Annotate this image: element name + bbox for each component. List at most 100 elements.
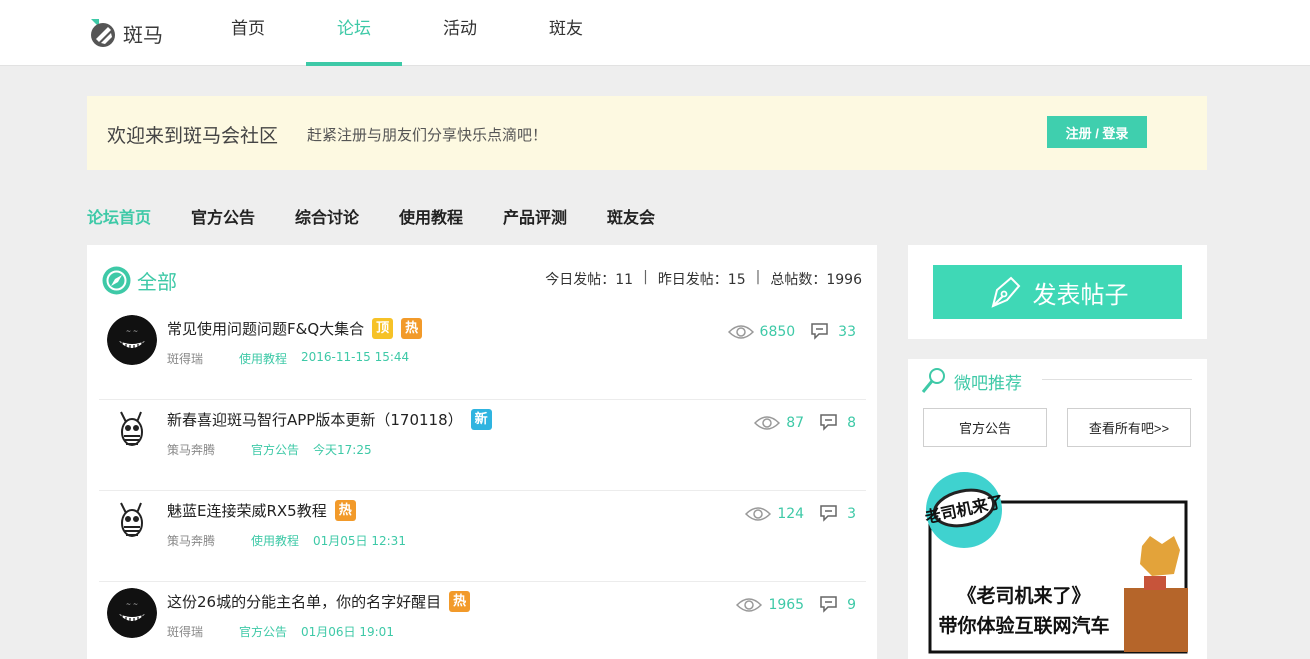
reply-count: 33 [838, 323, 856, 340]
view-count: 124 [777, 505, 805, 522]
post-counts: 6850 33 [727, 323, 856, 340]
post-title[interactable]: 常见使用问题问题F&Q大集合 [167, 318, 364, 339]
publish-panel: 发表帖子 [908, 245, 1207, 339]
svg-text:~ ~: ~ ~ [126, 601, 138, 608]
post-author[interactable]: 策马奔腾 [167, 532, 251, 549]
comment-icon [811, 323, 828, 340]
post-category[interactable]: 官方公告 [239, 623, 287, 640]
reply-count: 9 [847, 596, 856, 613]
microphone-icon [921, 368, 945, 393]
weiba-panel: 微吧推荐 官方公告 查看所有吧>> 老司机来了 《老司机来了》 带你体验互联网汽… [908, 359, 1207, 659]
post-category[interactable]: 使用教程 [239, 350, 287, 367]
post-meta: 斑得瑞 使用教程 2016-11-15 15:44 [167, 350, 409, 367]
tag-hot-badge: 热 [401, 318, 423, 339]
tag-top-badge: 顶 [372, 318, 394, 339]
nav-home[interactable]: 首页 [228, 0, 268, 66]
banner-title: 欢迎来到斑马会社区 [107, 125, 279, 147]
post-meta: 策马奔腾 使用教程 01月05日 12:31 [167, 532, 406, 549]
zebra-logo-icon [91, 19, 115, 47]
promo-line-1: 《老司机来了》 [957, 584, 1090, 607]
stat-total: 总帖数：1996 [770, 272, 862, 288]
post-date: 今天17:25 [313, 443, 372, 457]
post-list-panel: 全部 今日发帖：11 | 昨日发帖：15 | 总帖数：1996 ~ ~ 常见使用… [87, 245, 877, 659]
subnav-tutorials[interactable]: 使用教程 [399, 204, 463, 228]
top-navbar: 斑马 首页 论坛 活动 斑友 [0, 0, 1310, 66]
publish-post-label: 发表帖子 [1032, 281, 1129, 309]
nav-friends[interactable]: 斑友 [546, 0, 586, 66]
view-all-weiba-button[interactable]: 查看所有吧>> [1067, 408, 1191, 447]
avatar-image: ~ ~ [107, 588, 157, 638]
post-row[interactable]: 魅蓝E连接荣威RX5教程 热 策马奔腾 使用教程 01月05日 12:31 12… [99, 491, 866, 582]
view-count: 6850 [759, 323, 796, 340]
post-title[interactable]: 魅蓝E连接荣威RX5教程 [167, 500, 327, 521]
promo-line-2: 带你体验互联网汽车 [938, 614, 1109, 637]
view-count: 1965 [768, 596, 805, 613]
weiba-header: 微吧推荐 [920, 367, 1022, 395]
banner-subtitle: 赶紧注册与朋友们分享快乐点滴吧！ [307, 126, 548, 144]
welcome-banner: 欢迎来到斑马会社区 赶紧注册与朋友们分享快乐点滴吧！ 注册 / 登录 [87, 96, 1207, 170]
comment-icon [820, 505, 837, 522]
stat-separator: | [643, 269, 648, 285]
feed-title: 全部 [137, 270, 177, 294]
avatar-image: ~ ~ [107, 315, 157, 365]
post-counts: 87 8 [754, 414, 856, 431]
stat-separator: | [755, 269, 761, 285]
post-meta: 策马奔腾 官方公告 今天17:25 [167, 441, 372, 458]
publish-post-button[interactable]: 发表帖子 [933, 265, 1182, 319]
header-divider [1042, 379, 1192, 380]
svg-text:~ ~: ~ ~ [126, 328, 138, 335]
post-title[interactable]: 这份26城的分能主名单，你的名字好醒目 [167, 591, 441, 612]
post-date: 2016-11-15 15:44 [301, 350, 410, 364]
stat-yesterday: 昨日发帖：15 [657, 272, 746, 288]
weiba-title: 微吧推荐 [954, 373, 1022, 394]
eye-icon [736, 597, 763, 612]
reply-count: 3 [847, 505, 856, 522]
subnav-discussion[interactable]: 综合讨论 [295, 204, 359, 228]
tag-new-badge: 新 [470, 409, 492, 430]
subnav-forum-home[interactable]: 论坛首页 [87, 204, 151, 228]
stat-today: 今日发帖：11 [545, 272, 634, 288]
post-row[interactable]: 新春喜迎斑马智行APP版本更新（170118） 新 策马奔腾 官方公告 今天17… [99, 400, 866, 491]
nav-activities[interactable]: 活动 [440, 0, 480, 66]
reply-count: 8 [847, 414, 856, 431]
post-category[interactable]: 使用教程 [251, 532, 299, 549]
view-count: 87 [786, 414, 805, 431]
post-title-row: 这份26城的分能主名单，你的名字好醒目 热 [167, 591, 471, 612]
post-category[interactable]: 官方公告 [251, 441, 299, 458]
post-row[interactable]: ~ ~ 常见使用问题问题F&Q大集合 顶 热 斑得瑞 使用教程 2016-11-… [99, 309, 866, 400]
comment-icon [820, 596, 837, 613]
logo[interactable]: 斑马 [89, 16, 163, 50]
eye-icon [754, 415, 781, 430]
post-counts: 1965 9 [736, 596, 856, 613]
post-meta: 斑得瑞 官方公告 01月06日 19:01 [167, 623, 394, 640]
compass-icon [102, 266, 131, 295]
register-login-button[interactable]: 注册 / 登录 [1047, 116, 1147, 148]
pen-icon [991, 276, 1020, 308]
avatar-image [107, 497, 157, 547]
nav-forum[interactable]: 论坛 [306, 0, 402, 66]
subnav-announcements[interactable]: 官方公告 [191, 204, 255, 228]
post-stats: 今日发帖：11 | 昨日发帖：15 | 总帖数：1996 [545, 269, 862, 289]
subnav-reviews[interactable]: 产品评测 [503, 204, 567, 228]
zebra-avatar[interactable] [107, 497, 157, 547]
promo-banner[interactable]: 老司机来了 《老司机来了》 带你体验互联网汽车 [922, 472, 1202, 659]
tag-hot-badge: 热 [334, 500, 356, 521]
weiba-announcements-button[interactable]: 官方公告 [923, 408, 1047, 447]
post-counts: 124 3 [745, 505, 856, 522]
subnav-club[interactable]: 斑友会 [607, 204, 655, 228]
post-author[interactable]: 策马奔腾 [167, 441, 251, 458]
post-author[interactable]: 斑得瑞 [167, 350, 239, 367]
logo-text: 斑马 [123, 22, 163, 47]
post-date: 01月06日 19:01 [301, 625, 394, 639]
post-author[interactable]: 斑得瑞 [167, 623, 239, 640]
post-row[interactable]: ~ ~ 这份26城的分能主名单，你的名字好醒目 热 斑得瑞 官方公告 01月06… [99, 582, 866, 659]
grin-avatar[interactable]: ~ ~ [107, 588, 157, 638]
grin-avatar[interactable]: ~ ~ [107, 315, 157, 365]
post-title-row: 常见使用问题问题F&Q大集合 顶 热 [167, 318, 423, 339]
post-title[interactable]: 新春喜迎斑马智行APP版本更新（170118） [167, 409, 463, 430]
avatar-image [107, 406, 157, 456]
comment-icon [820, 414, 837, 431]
post-title-row: 新春喜迎斑马智行APP版本更新（170118） 新 [167, 409, 492, 430]
zebra-avatar[interactable] [107, 406, 157, 456]
promo-image: 老司机来了 《老司机来了》 带你体验互联网汽车 [922, 472, 1188, 654]
